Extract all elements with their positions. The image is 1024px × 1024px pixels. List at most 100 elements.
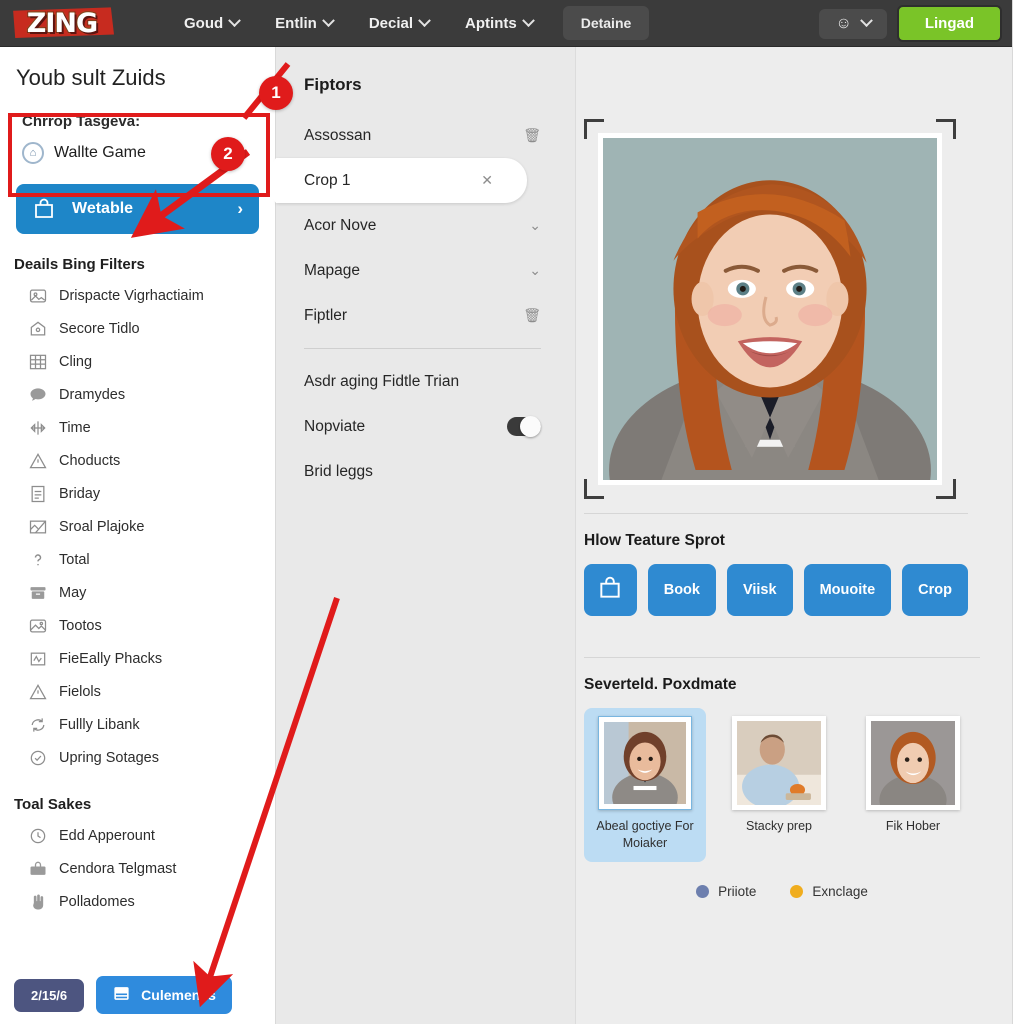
- culemencs-button[interactable]: Culemencs: [96, 976, 232, 1014]
- filters-item-6[interactable]: Briday: [28, 477, 275, 510]
- zing-logo[interactable]: ZING: [10, 3, 114, 43]
- filter-item-1[interactable]: Crop 1 ✕: [259, 158, 527, 203]
- chevron-down-icon: [521, 13, 535, 27]
- filters-item-5[interactable]: Choducts: [28, 444, 275, 477]
- legend-dot: [790, 884, 804, 898]
- tools-heading: Toal Sakes: [14, 796, 92, 813]
- chevron-down-icon: [418, 13, 431, 27]
- gallery-thumb-2[interactable]: Fik Hober: [852, 708, 974, 862]
- filter-item-3[interactable]: Mapage ⌄: [276, 248, 575, 293]
- image-icon: [28, 286, 48, 306]
- tools-item-label: Edd Apperount: [59, 827, 155, 844]
- filters-item-7[interactable]: Sroal Plajoke: [28, 510, 275, 543]
- panel-divider: [304, 348, 541, 349]
- gallery-thumb-caption: Fik Hober: [885, 819, 941, 833]
- crop-handle-bottom-left[interactable]: [584, 479, 604, 499]
- gallery-thumb-image: [871, 721, 955, 805]
- toolbox-icon: [28, 859, 48, 879]
- filters-item-label: Dramydes: [59, 386, 126, 403]
- filters-item-11[interactable]: FieEally Phacks: [28, 642, 275, 675]
- filters-item-12[interactable]: Fielols: [28, 675, 275, 708]
- filters-item-1[interactable]: Secore Tidlo: [28, 312, 275, 345]
- action-chip-4[interactable]: Crop: [902, 564, 968, 616]
- logo-text: ZING: [26, 7, 98, 40]
- filters-item-2[interactable]: Cling: [28, 345, 275, 378]
- toggle-knob: [520, 416, 541, 437]
- nav-item-entlin[interactable]: Entlin: [257, 8, 351, 39]
- left-sidebar: Youb sult Zuids Chrrop Tasgeva: ⌂ Wallte…: [0, 47, 276, 1024]
- wetable-primary-button[interactable]: Wetable ›: [16, 184, 259, 234]
- login-cta-button[interactable]: Lingad: [896, 5, 1002, 42]
- gallery-thumb-frame: [732, 716, 826, 810]
- tools-item-label: Polladomes: [59, 893, 135, 910]
- action-chip-2[interactable]: Viisk: [726, 564, 793, 616]
- legend-label: Exnclage: [812, 883, 868, 899]
- tools-item-label: Cendora Telgmast: [59, 860, 177, 877]
- action-chip-label: Viisk: [742, 582, 777, 598]
- delete-icon[interactable]: 🗑: [523, 127, 541, 144]
- filters-item-label: Upring Sotages: [59, 749, 159, 766]
- filters-item-9[interactable]: May: [28, 576, 275, 609]
- filter-item-2[interactable]: Acor Nove ⌄: [276, 203, 575, 248]
- filter-item-0[interactable]: Assossan 🗑: [276, 113, 575, 158]
- gallery-thumb-image: [737, 721, 821, 805]
- filters-item-4[interactable]: Time: [28, 411, 275, 444]
- nav-item-label: Goud: [184, 14, 224, 32]
- action-chip-0[interactable]: [584, 564, 637, 616]
- filter-option-0[interactable]: Asdr aging Fidtle Trian: [276, 359, 575, 404]
- filters-item-0[interactable]: Drispacte Vigrhactiaim: [28, 279, 275, 312]
- crop-handle-bottom-right[interactable]: [936, 479, 956, 499]
- nopviate-toggle[interactable]: [507, 416, 541, 437]
- gallery-thumb-0[interactable]: Abeal goctiye For Moiaker: [584, 708, 706, 862]
- question-mark-icon: [28, 550, 48, 570]
- context-value-row[interactable]: ⌂ Wallte Game: [16, 142, 257, 164]
- context-value: Wallte Game: [54, 144, 146, 161]
- counter-badge[interactable]: 2/15/6: [14, 978, 85, 1012]
- action-chip-1[interactable]: Book: [647, 564, 716, 616]
- header-right-cluster: ☺ Lingad: [819, 0, 1002, 47]
- action-chip-label: Crop: [918, 582, 952, 598]
- action-chip-3[interactable]: Mouoite: [803, 564, 892, 616]
- filter-option-1[interactable]: Nopviate: [276, 404, 575, 449]
- tools-item-2[interactable]: Polladomes: [28, 885, 275, 918]
- filter-item-list: Assossan 🗑 Crop 1 ✕ Acor Nove ⌄ Mapage ⌄ Fiptler…: [259, 113, 575, 338]
- chevron-down-icon[interactable]: ⌄: [529, 262, 541, 279]
- filters-item-3[interactable]: Dramydes: [28, 378, 275, 411]
- filter-item-label: Assossan: [304, 126, 372, 144]
- photo-icon: [28, 616, 48, 636]
- user-menu-button[interactable]: ☺: [819, 8, 887, 39]
- filters-item-label: Briday: [59, 485, 101, 502]
- filters-item-label: Cling: [59, 353, 93, 370]
- filters-panel: Fiptors Assossan 🗑 Crop 1 ✕ Acor Nove ⌄ Mapage…: [259, 47, 576, 1024]
- filter-item-label: Crop 1: [304, 171, 351, 189]
- filters-item-10[interactable]: Tootos: [28, 609, 275, 642]
- warning-triangle-icon: [28, 451, 48, 471]
- nav-item-aptints[interactable]: Aptints: [447, 8, 551, 39]
- chevron-down-icon: [321, 13, 335, 27]
- tools-item-1[interactable]: Cendora Telgmast: [28, 852, 275, 885]
- filters-item-14[interactable]: Upring Sotages: [28, 741, 275, 774]
- nav-pill-detaine[interactable]: Detaine: [562, 6, 650, 40]
- nav-item-decial[interactable]: Decial: [351, 8, 447, 39]
- context-box: Chrrop Tasgeva: ⌂ Wallte Game: [8, 105, 265, 174]
- crop-handle-top-left[interactable]: [584, 119, 604, 139]
- grid-icon: [28, 352, 48, 372]
- filter-item-label: Mapage: [304, 261, 361, 279]
- action-chip-label: Book: [663, 582, 700, 598]
- filters-item-13[interactable]: Fullly Libank: [28, 708, 275, 741]
- filter-item-4[interactable]: Fiptler 🗑: [276, 293, 575, 338]
- crop-handle-top-right[interactable]: [936, 119, 956, 139]
- crop-stage[interactable]: [584, 119, 956, 499]
- gallery-thumb-1[interactable]: Stacky prep: [718, 708, 840, 862]
- crop-frame[interactable]: [598, 133, 942, 485]
- tools-item-0[interactable]: Edd Apperount: [28, 819, 275, 852]
- close-icon[interactable]: ✕: [481, 172, 493, 189]
- filter-item-label: Fiptler: [304, 306, 348, 324]
- nav-item-goud[interactable]: Goud: [166, 8, 257, 39]
- chevron-down-icon[interactable]: ⌄: [529, 217, 541, 234]
- filters-item-8[interactable]: Total: [28, 543, 275, 576]
- chevron-down-icon: [859, 14, 873, 28]
- delete-icon[interactable]: 🗑: [523, 307, 541, 324]
- filter-option-2[interactable]: Brid leggs: [276, 449, 575, 494]
- check-circle-icon: [28, 748, 48, 768]
